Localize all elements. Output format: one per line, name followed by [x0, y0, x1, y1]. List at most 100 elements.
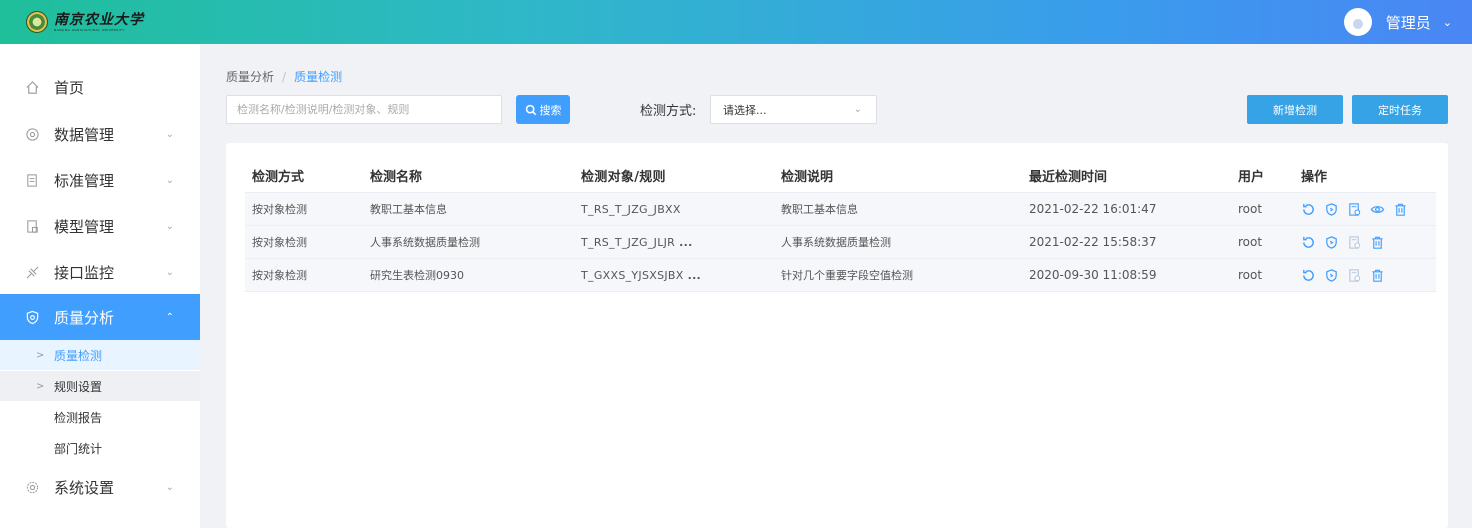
- table-row[interactable]: 按对象检测 教职工基本信息 T_RS_T_JZG_JBXX 教职工基本信息 20…: [245, 193, 1436, 226]
- sidebar-subitem-label: 检测报告: [54, 410, 103, 425]
- method-filter-label: 检测方式:: [640, 104, 697, 119]
- sidebar-item-label: 首页: [54, 78, 85, 97]
- trash-icon[interactable]: [1393, 202, 1408, 217]
- logo-chinese-name: 南京农业大学: [54, 11, 144, 28]
- shield-check-icon[interactable]: [1324, 235, 1339, 250]
- sidebar: 首页 数据管理 ⌄ 标准管理 ⌄ 模型管理 ⌄ 接口监控 ⌄ 质量分析 ⌃ > …: [0, 44, 200, 528]
- column-header: 操作: [1301, 170, 1328, 185]
- report-icon[interactable]: [1347, 202, 1362, 217]
- report-icon: [1347, 235, 1362, 250]
- avatar[interactable]: [1343, 8, 1372, 36]
- sidebar-item-label: 数据管理: [54, 125, 115, 144]
- user-menu[interactable]: 管理员 ⌄: [1343, 8, 1452, 36]
- cell-description: 针对几个重要字段空值检测: [781, 269, 913, 282]
- more-ellipsis[interactable]: ...: [688, 269, 701, 282]
- table-row[interactable]: 按对象检测 研究生表检测0930 T_GXXS_YJSXSJBX... 针对几个…: [245, 259, 1436, 292]
- cell-description: 教职工基本信息: [781, 203, 858, 216]
- chevron-down-icon: ⌄: [165, 266, 174, 278]
- chevron-down-icon: ⌄: [165, 174, 174, 186]
- chevron-down-icon: ⌄: [853, 104, 862, 115]
- sidebar-item-label: 模型管理: [54, 217, 115, 236]
- cell-user: root: [1238, 202, 1263, 216]
- cell-method: 按对象检测: [252, 269, 307, 282]
- monitor-icon: [24, 264, 40, 280]
- method-select[interactable]: 请选择... ⌄: [710, 95, 877, 124]
- sidebar-item-standard[interactable]: 标准管理 ⌄: [0, 157, 200, 203]
- sidebar-item-monitor[interactable]: 接口监控 ⌄: [0, 249, 200, 295]
- search-icon: [525, 104, 536, 115]
- cell-name: 教职工基本信息: [370, 203, 447, 216]
- sidebar-subitem-label: 质量检测: [54, 348, 103, 363]
- cell-time: 2021-02-22 15:58:37: [1029, 235, 1157, 249]
- column-header: 检测说明: [781, 170, 834, 185]
- scheduled-task-button[interactable]: 定时任务: [1352, 95, 1448, 124]
- sidebar-item-home[interactable]: 首页: [0, 64, 200, 110]
- cell-method: 按对象检测: [252, 236, 307, 249]
- gear-icon: [24, 479, 40, 495]
- column-header: 检测方式: [252, 170, 305, 185]
- search-button[interactable]: 搜索: [516, 95, 570, 124]
- cell-description: 人事系统数据质量检测: [781, 236, 891, 249]
- cell-name: 人事系统数据质量检测: [370, 236, 480, 249]
- sidebar-item-quality[interactable]: 质量分析 ⌃: [0, 294, 200, 340]
- university-logo[interactable]: 南京农业大学 NANJING AGRICULTURAL UNIVERSITY: [26, 11, 144, 33]
- check-table: 检测方式 检测名称 检测对象/规则 检测说明 最近检测时间 用户 操作 按对象检…: [245, 159, 1436, 292]
- logo-english-name: NANJING AGRICULTURAL UNIVERSITY: [54, 27, 125, 32]
- refresh-icon[interactable]: [1301, 202, 1316, 217]
- chevron-right-icon: >: [36, 349, 45, 361]
- sidebar-subitem-report[interactable]: 检测报告: [0, 402, 200, 432]
- more-ellipsis[interactable]: ...: [679, 236, 692, 249]
- eye-icon[interactable]: [1370, 202, 1385, 217]
- chevron-up-icon: ⌃: [165, 311, 174, 323]
- add-check-button[interactable]: 新增检测: [1247, 95, 1343, 124]
- top-header: 南京农业大学 NANJING AGRICULTURAL UNIVERSITY 管…: [0, 0, 1472, 44]
- cell-name: 研究生表检测0930: [370, 269, 464, 282]
- cell-method: 按对象检测: [252, 203, 307, 216]
- cell-user: root: [1238, 235, 1263, 249]
- sidebar-item-label: 标准管理: [54, 171, 115, 190]
- refresh-icon[interactable]: [1301, 268, 1316, 283]
- shield-icon: [24, 309, 40, 325]
- sidebar-item-settings[interactable]: 系统设置 ⌄: [0, 464, 200, 510]
- cell-time: 2021-02-22 16:01:47: [1029, 202, 1157, 216]
- sidebar-item-data[interactable]: 数据管理 ⌄: [0, 111, 200, 157]
- shield-check-icon[interactable]: [1324, 268, 1339, 283]
- shield-check-icon[interactable]: [1324, 202, 1339, 217]
- cell-target: T_GXXS_YJSXSJBX...: [581, 268, 702, 282]
- column-header: 检测名称: [370, 170, 423, 185]
- search-input[interactable]: [226, 95, 502, 124]
- breadcrumb-current: 质量检测: [294, 70, 343, 84]
- chevron-right-icon: >: [36, 380, 45, 392]
- breadcrumb-parent[interactable]: 质量分析: [226, 70, 274, 84]
- chevron-down-icon[interactable]: ⌄: [1443, 16, 1452, 29]
- sidebar-item-model[interactable]: 模型管理 ⌄: [0, 203, 200, 249]
- cell-actions: [1294, 235, 1436, 250]
- breadcrumb: 质量分析 / 质量检测: [226, 70, 343, 84]
- sidebar-subitem-rule-settings[interactable]: > 规则设置: [0, 371, 200, 401]
- method-select-value: 请选择...: [723, 103, 767, 117]
- cell-user: root: [1238, 268, 1263, 282]
- sidebar-subitem-label: 规则设置: [54, 379, 103, 394]
- cell-actions: [1294, 268, 1436, 283]
- dataset-icon: [24, 126, 40, 142]
- sidebar-subitem-quality-check[interactable]: > 质量检测: [0, 340, 200, 370]
- home-icon: [24, 79, 40, 95]
- sidebar-subitem-dept-stats[interactable]: 部门统计: [0, 433, 200, 463]
- trash-icon[interactable]: [1370, 268, 1385, 283]
- university-seal-icon: [26, 11, 48, 33]
- standard-icon: [24, 172, 40, 188]
- user-name[interactable]: 管理员: [1386, 12, 1431, 33]
- column-header: 检测对象/规则: [581, 170, 666, 185]
- trash-icon[interactable]: [1370, 235, 1385, 250]
- table-card: 检测方式 检测名称 检测对象/规则 检测说明 最近检测时间 用户 操作 按对象检…: [226, 143, 1448, 528]
- refresh-icon[interactable]: [1301, 235, 1316, 250]
- chevron-down-icon: ⌄: [165, 481, 174, 493]
- cell-time: 2020-09-30 11:08:59: [1029, 268, 1157, 282]
- search-button-label: 搜索: [539, 104, 562, 117]
- cell-target: T_RS_T_JZG_JBXX: [581, 202, 681, 216]
- column-header: 最近检测时间: [1029, 170, 1108, 185]
- chevron-down-icon: ⌄: [165, 220, 174, 232]
- table-row[interactable]: 按对象检测 人事系统数据质量检测 T_RS_T_JZG_JLJR... 人事系统…: [245, 226, 1436, 259]
- sidebar-item-label: 接口监控: [54, 263, 115, 282]
- sidebar-item-label: 系统设置: [54, 478, 115, 497]
